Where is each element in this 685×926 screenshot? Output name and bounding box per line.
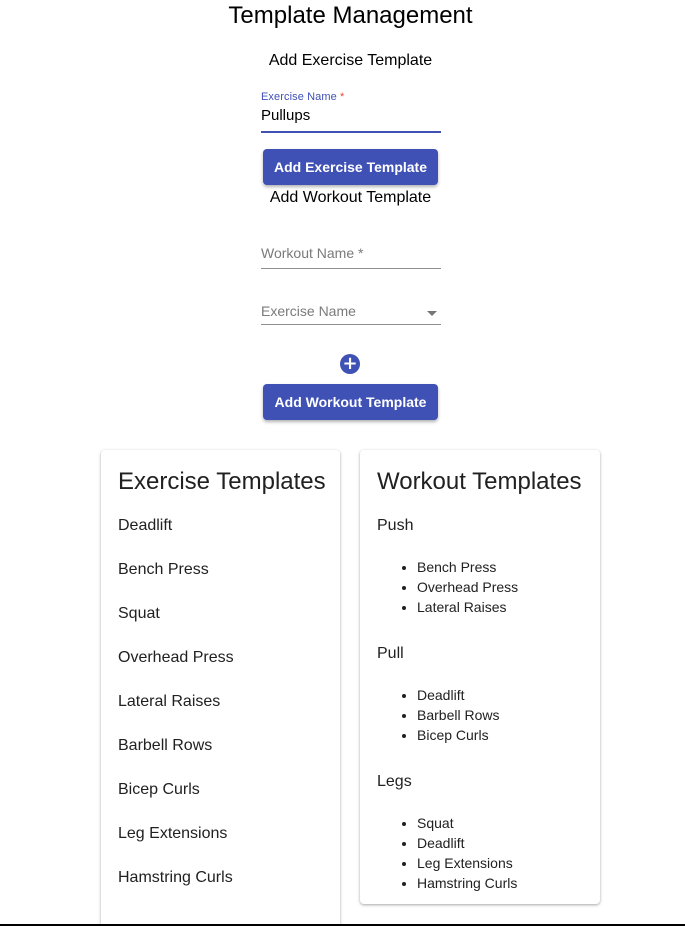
workout-name-input[interactable]: Workout Name * — [261, 245, 441, 265]
list-item: Bench Press — [417, 557, 518, 577]
chevron-down-icon — [427, 310, 437, 316]
list-item: Deadlift — [417, 685, 518, 705]
list-item: Barbell Rows — [118, 737, 213, 754]
list-item: Bench Press — [118, 561, 209, 578]
workout-templates-card: Workout Templates Push Bench Press Overh… — [360, 450, 600, 904]
exercise-select-placeholder: Exercise Name — [261, 303, 356, 319]
list-item: Squat — [417, 813, 518, 833]
workout-name: Push — [377, 517, 414, 534]
exercise-name-select[interactable]: Exercise Name — [261, 302, 441, 325]
add-workout-section-title: Add Workout Template — [269, 189, 432, 206]
workout-templates-list: Push Bench Press Overhead Press Lateral … — [377, 517, 518, 921]
exercise-name-field[interactable]: Exercise Name * Pullups — [261, 91, 441, 133]
list-item: Lateral Raises — [417, 597, 518, 617]
workout-name: Legs — [377, 773, 412, 790]
workout-templates-title: Workout Templates — [377, 468, 582, 495]
add-exercise-template-button[interactable]: Add Exercise Template — [263, 149, 438, 185]
list-item: Deadlift — [417, 833, 518, 853]
add-workout-template-button[interactable]: Add Workout Template — [263, 384, 438, 420]
list-item: Bicep Curls — [118, 781, 200, 798]
list-item: Leg Extensions — [417, 853, 518, 873]
page-title: Template Management — [228, 2, 473, 29]
list-item: Hamstring Curls — [118, 869, 233, 886]
exercise-templates-title: Exercise Templates — [118, 468, 326, 495]
list-item: Bicep Curls — [417, 725, 518, 745]
list-item: Squat — [118, 605, 160, 622]
workout-template-push: Push Bench Press Overhead Press Lateral … — [377, 517, 518, 617]
workout-name: Pull — [377, 645, 404, 662]
list-item: Barbell Rows — [417, 705, 518, 725]
list-item: Hamstring Curls — [417, 873, 518, 893]
workout-name-field[interactable]: Workout Name * — [261, 245, 441, 269]
list-item: Overhead Press — [417, 577, 518, 597]
workout-template-legs: Legs Squat Deadlift Leg Extensions Hamst… — [377, 773, 518, 893]
exercise-templates-list: Deadlift Bench Press Squat Overhead Pres… — [118, 517, 234, 913]
exercise-name-label: Exercise Name * — [261, 91, 345, 103]
list-item: Deadlift — [118, 517, 173, 534]
exercise-templates-card: Exercise Templates Deadlift Bench Press … — [101, 450, 340, 926]
list-item: Overhead Press — [118, 649, 234, 666]
add-exercise-section-title: Add Exercise Template — [268, 52, 433, 69]
list-item: Leg Extensions — [118, 825, 228, 842]
add-exercise-row-icon[interactable]: + — [340, 354, 360, 374]
workout-template-pull: Pull Deadlift Barbell Rows Bicep Curls — [377, 645, 518, 745]
list-item: Lateral Raises — [118, 693, 221, 710]
exercise-name-input[interactable]: Pullups — [261, 107, 441, 127]
